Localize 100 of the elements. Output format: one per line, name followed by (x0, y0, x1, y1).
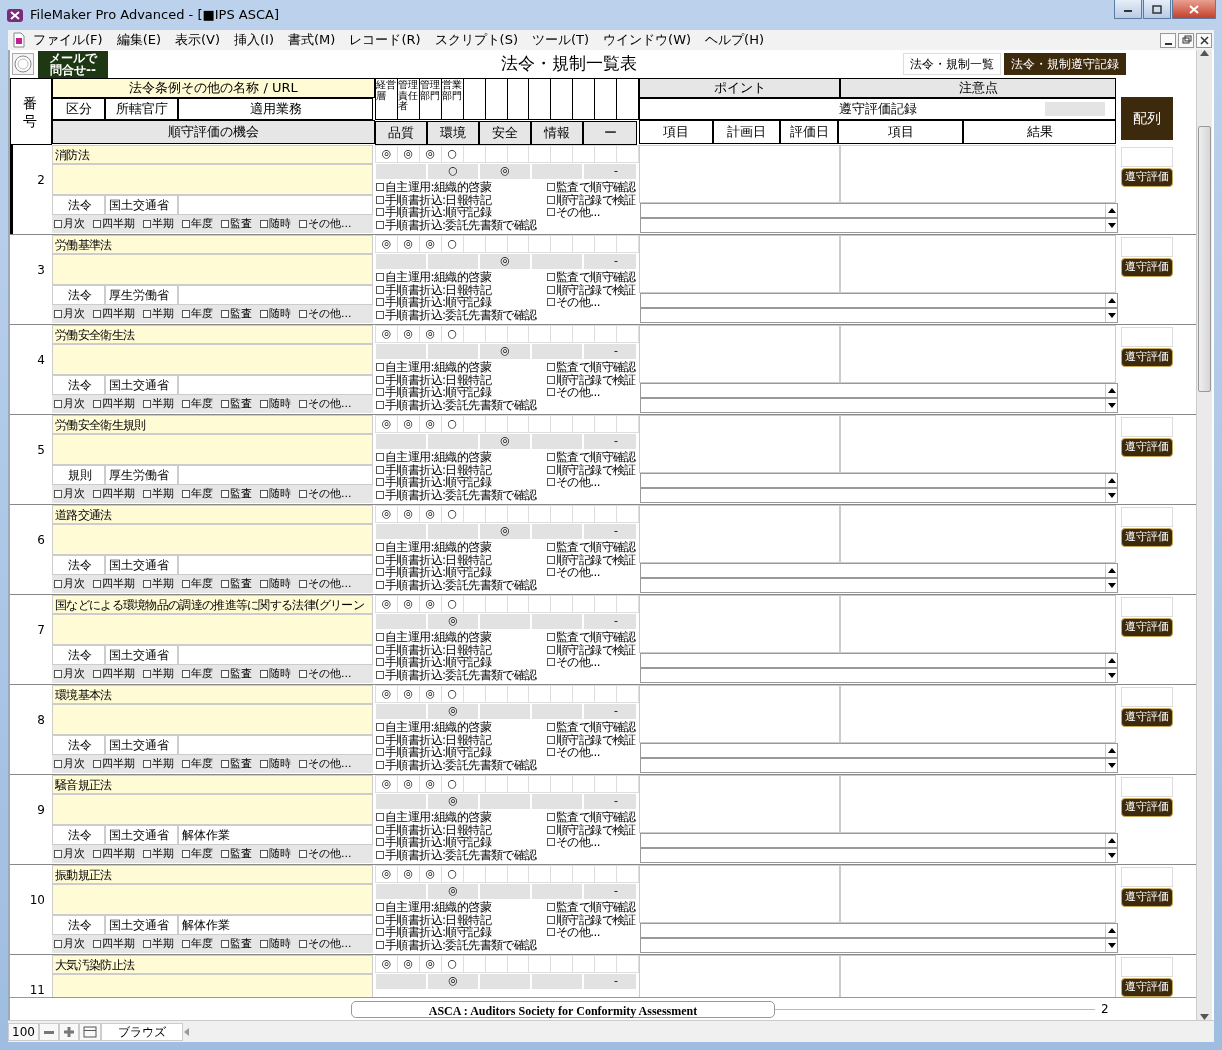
record-number[interactable]: 4 (10, 325, 52, 414)
checkbox[interactable] (143, 490, 151, 498)
layout-button[interactable] (78, 1022, 101, 1041)
checkbox[interactable] (54, 220, 62, 228)
menu-item[interactable]: ファイル(F) (26, 30, 110, 50)
evaluation-button[interactable]: 遵守評価 (1121, 347, 1173, 367)
caution-field[interactable] (840, 865, 1116, 923)
checkbox[interactable] (376, 580, 384, 589)
evaluation-field[interactable] (1121, 147, 1173, 167)
name-field[interactable]: 消防法 (52, 145, 373, 164)
checkbox[interactable] (93, 760, 101, 768)
checkbox[interactable] (260, 310, 268, 318)
tab[interactable]: 法令・規制一覧 (903, 53, 1001, 75)
checkbox[interactable] (547, 658, 555, 667)
checkbox[interactable] (547, 543, 555, 552)
point-field[interactable] (639, 955, 840, 997)
maximize-button[interactable] (1143, 0, 1171, 19)
category-field[interactable]: 法令 (52, 915, 105, 935)
point-field[interactable] (639, 775, 840, 833)
checkbox[interactable] (54, 940, 62, 948)
minimize-button[interactable] (1114, 0, 1142, 19)
checkbox[interactable] (547, 285, 555, 294)
checkbox[interactable] (376, 310, 384, 319)
checkbox[interactable] (376, 813, 384, 822)
checkbox[interactable] (547, 183, 555, 192)
category-field[interactable]: 法令 (52, 555, 105, 575)
category-field[interactable]: 規則 (52, 465, 105, 485)
zoom-level[interactable]: 100 (8, 1022, 39, 1041)
checkbox[interactable] (54, 760, 62, 768)
evaluation-field[interactable] (1121, 327, 1173, 347)
agency-field[interactable]: 国土交通省 (105, 735, 178, 755)
tab[interactable]: 法令・規制遵守記録 (1004, 53, 1126, 75)
caution-field[interactable] (840, 415, 1116, 473)
checkbox[interactable] (376, 748, 384, 757)
record-number[interactable]: 10 (10, 865, 52, 954)
checkbox[interactable] (547, 915, 555, 924)
checkbox[interactable] (221, 490, 229, 498)
name-field[interactable]: 環境基本法 (52, 685, 373, 704)
checkbox[interactable] (547, 825, 555, 834)
evaluation-button[interactable]: 遵守評価 (1121, 167, 1173, 187)
checkbox[interactable] (93, 220, 101, 228)
point-field[interactable] (639, 595, 840, 653)
checkbox[interactable] (54, 490, 62, 498)
url-field[interactable] (52, 974, 373, 997)
checkbox[interactable] (547, 208, 555, 217)
checkbox[interactable] (143, 400, 151, 408)
checkbox[interactable] (221, 220, 229, 228)
evaluation-field[interactable] (1121, 777, 1173, 797)
url-field[interactable] (52, 524, 373, 555)
point-field[interactable] (639, 865, 840, 923)
checkbox[interactable] (54, 580, 62, 588)
checkbox[interactable] (376, 555, 384, 564)
checkbox[interactable] (143, 670, 151, 678)
menu-item[interactable]: ヘルプ(H) (698, 30, 771, 50)
checkbox[interactable] (547, 273, 555, 282)
checkbox[interactable] (93, 400, 101, 408)
menu-item[interactable]: 表示(V) (168, 30, 228, 50)
checkbox[interactable] (299, 220, 307, 228)
checkbox[interactable] (376, 388, 384, 397)
record-number[interactable]: 3 (10, 235, 52, 324)
checkbox[interactable] (54, 400, 62, 408)
checkbox[interactable] (299, 580, 307, 588)
business-field[interactable] (178, 375, 373, 395)
checkbox[interactable] (547, 838, 555, 847)
url-field[interactable] (52, 614, 373, 645)
checkbox[interactable] (547, 195, 555, 204)
checkbox[interactable] (547, 388, 555, 397)
evaluation-field[interactable] (1121, 957, 1173, 977)
evaluation-field[interactable] (1121, 867, 1173, 887)
agency-field[interactable]: 厚生労働省 (105, 465, 178, 485)
url-field[interactable] (52, 254, 373, 285)
checkbox[interactable] (547, 813, 555, 822)
caution-field[interactable] (840, 145, 1116, 203)
checkbox[interactable] (376, 298, 384, 307)
checkbox[interactable] (143, 940, 151, 948)
checkbox[interactable] (182, 940, 190, 948)
record-number[interactable]: 8 (10, 685, 52, 774)
checkbox[interactable] (54, 670, 62, 678)
checkbox[interactable] (260, 850, 268, 858)
category-field[interactable]: 法令 (52, 195, 105, 215)
url-field[interactable] (52, 164, 373, 195)
checkbox[interactable] (376, 670, 384, 679)
caution-field[interactable] (840, 775, 1116, 833)
checkbox[interactable] (143, 850, 151, 858)
checkbox[interactable] (93, 490, 101, 498)
checkbox[interactable] (260, 400, 268, 408)
checkbox[interactable] (221, 400, 229, 408)
checkbox[interactable] (376, 400, 384, 409)
evaluation-field[interactable] (1121, 687, 1173, 707)
evaluation-button[interactable]: 遵守評価 (1121, 617, 1173, 637)
checkbox[interactable] (547, 298, 555, 307)
evaluation-button[interactable]: 遵守評価 (1121, 977, 1173, 997)
checkbox[interactable] (182, 670, 190, 678)
checkbox[interactable] (376, 375, 384, 384)
evaluation-field[interactable] (1121, 507, 1173, 527)
evaluation-field[interactable] (1121, 417, 1173, 437)
checkbox[interactable] (376, 940, 384, 949)
category-field[interactable]: 法令 (52, 825, 105, 845)
agency-field[interactable]: 国土交通省 (105, 195, 178, 215)
category-field[interactable]: 法令 (52, 735, 105, 755)
